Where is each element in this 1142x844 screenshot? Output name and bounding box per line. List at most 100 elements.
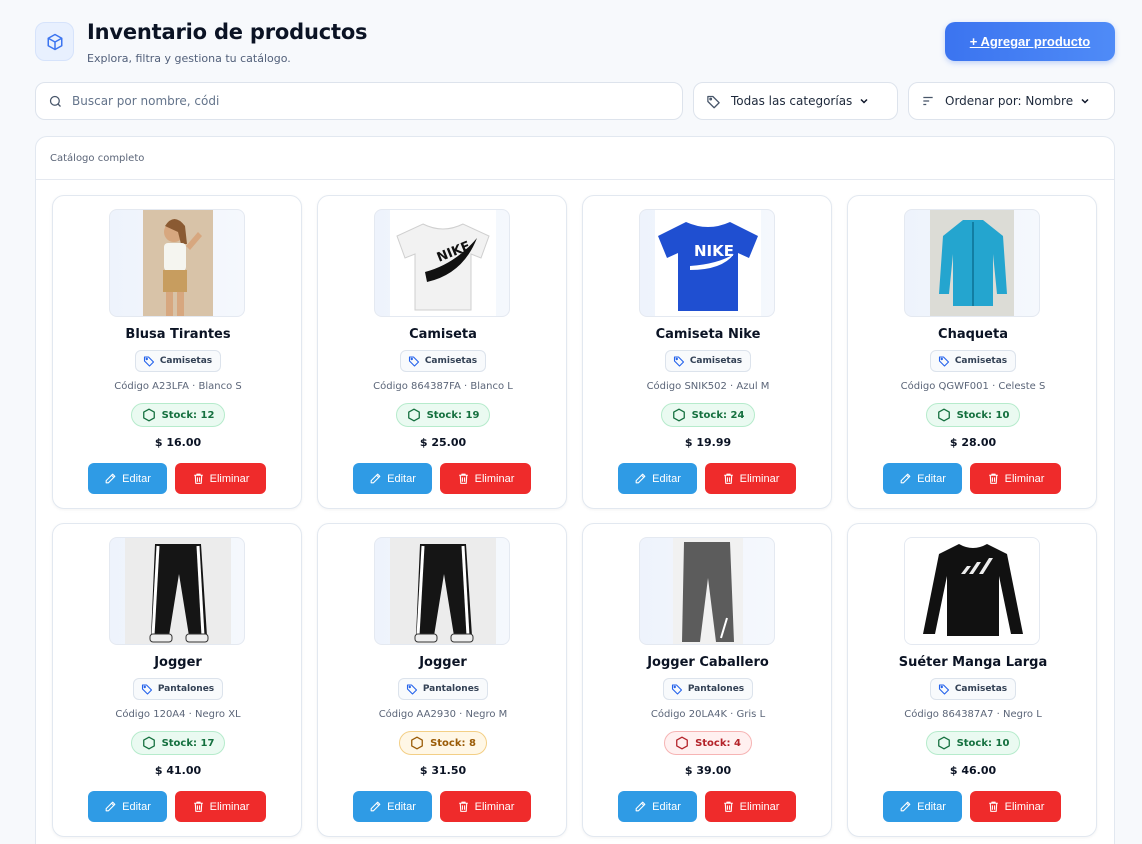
edit-button[interactable]: Editar	[883, 791, 962, 822]
stock-label: Stock: 12	[161, 409, 215, 421]
edit-button[interactable]: Editar	[883, 463, 962, 494]
product-price: $ 39.00	[684, 764, 732, 777]
delete-button[interactable]: Eliminar	[705, 463, 796, 494]
category-label: Pantalones	[157, 684, 215, 694]
category-badge: Camisetas	[134, 350, 222, 372]
category-label: Pantalones	[687, 684, 745, 694]
edit-button-label: Editar	[652, 472, 681, 485]
edit-button[interactable]: Editar	[88, 791, 167, 822]
trash-icon	[458, 473, 468, 484]
stock-icon	[411, 736, 423, 750]
stock-badge: Stock: 17	[130, 731, 226, 755]
edit-button[interactable]: Editar	[618, 463, 697, 494]
sort-icon	[923, 96, 933, 106]
chevron-down-icon	[860, 98, 868, 104]
delete-button[interactable]: Eliminar	[175, 791, 266, 822]
tag-icon	[143, 356, 154, 367]
product-code: Código QGWF001 · Celeste S	[900, 381, 1046, 392]
stock-badge: Stock: 4	[664, 731, 752, 755]
product-image	[109, 537, 245, 645]
category-badge: Camisetas	[399, 350, 487, 372]
edit-button[interactable]: Editar	[353, 791, 432, 822]
product-price: $ 41.00	[154, 764, 202, 777]
edit-button-label: Editar	[652, 800, 681, 813]
product-image	[904, 537, 1040, 645]
category-badge: Pantalones	[397, 678, 489, 700]
delete-button[interactable]: Eliminar	[970, 791, 1061, 822]
product-code: Código SNIK502 · Azul M	[646, 381, 770, 392]
category-label: Camisetas	[954, 684, 1008, 694]
stock-icon	[676, 736, 688, 750]
page-header: Inventario de productos Explora, filtra …	[35, 18, 1115, 68]
stock-icon	[937, 408, 950, 422]
add-product-button[interactable]: + Agregar producto	[945, 22, 1115, 61]
category-badge: Pantalones	[132, 678, 224, 700]
page-subtitle: Explora, filtra y gestiona tu catálogo.	[87, 52, 291, 65]
product-card: NIKE Camiseta Camisetas Código 864387FA · B…	[317, 195, 567, 509]
stock-label: Stock: 8	[430, 737, 476, 749]
product-name: Chaqueta	[938, 327, 1008, 342]
stock-badge: Stock: 8	[399, 731, 487, 755]
product-price: $ 16.00	[154, 436, 202, 449]
trash-icon	[458, 801, 468, 812]
category-label: Camisetas	[159, 356, 213, 366]
stock-badge: Stock: 24	[660, 403, 756, 427]
tag-icon	[938, 356, 949, 367]
category-label: Camisetas	[954, 356, 1008, 366]
tag-icon	[406, 684, 417, 695]
delete-button-label: Eliminar	[739, 800, 780, 813]
delete-button[interactable]: Eliminar	[440, 463, 531, 494]
pencil-icon	[635, 473, 646, 484]
edit-button[interactable]: Editar	[353, 463, 432, 494]
tag-icon	[673, 356, 684, 367]
product-name: Suéter Manga Larga	[898, 655, 1048, 670]
product-image	[374, 537, 510, 645]
edit-button[interactable]: Editar	[88, 463, 167, 494]
product-code: Código 20LA4K · Gris L	[650, 709, 766, 720]
box-icon	[35, 22, 74, 61]
product-card: NIKE Camiseta Nike Camisetas Código SNIK502…	[582, 195, 832, 509]
tag-icon	[408, 356, 419, 367]
category-select[interactable]: Todas las categorías	[693, 82, 898, 120]
product-card: Blusa Tirantes Camisetas Código A23LFA · B…	[52, 195, 302, 509]
search-box[interactable]	[35, 82, 683, 120]
edit-button-label: Editar	[917, 472, 946, 485]
delete-button[interactable]: Eliminar	[705, 791, 796, 822]
delete-button-label: Eliminar	[739, 472, 780, 485]
stock-icon	[142, 408, 155, 422]
delete-button-label: Eliminar	[474, 472, 515, 485]
delete-button[interactable]: Eliminar	[440, 791, 531, 822]
product-price: $ 19.99	[684, 436, 732, 449]
tag-icon	[707, 95, 720, 108]
product-card: Jogger Pantalones Código 120A4 · Negro XL S…	[52, 523, 302, 837]
product-code: Código 864387A7 · Negro L	[904, 709, 1042, 720]
delete-button[interactable]: Eliminar	[175, 463, 266, 494]
product-code: Código 120A4 · Negro XL	[115, 709, 241, 720]
stock-label: Stock: 10	[956, 737, 1010, 749]
stock-label: Stock: 17	[161, 737, 215, 749]
trash-icon	[988, 801, 998, 812]
delete-button-label: Eliminar	[209, 800, 250, 813]
category-badge: Pantalones	[662, 678, 754, 700]
stock-badge: Stock: 12	[130, 403, 226, 427]
product-name: Jogger	[154, 655, 202, 670]
product-price: $ 46.00	[949, 764, 997, 777]
tag-icon	[938, 684, 949, 695]
product-name: Blusa Tirantes	[125, 327, 231, 342]
stock-label: Stock: 10	[956, 409, 1010, 421]
sort-select[interactable]: Ordenar por: Nombre	[908, 82, 1115, 120]
edit-button-label: Editar	[387, 472, 416, 485]
delete-button[interactable]: Eliminar	[970, 463, 1061, 494]
trash-icon	[723, 801, 733, 812]
search-input[interactable]	[72, 91, 672, 111]
pencil-icon	[635, 801, 646, 812]
product-card: Jogger Pantalones Código AA2930 · Negro M S…	[317, 523, 567, 837]
tag-icon	[671, 684, 682, 695]
pencil-icon	[105, 473, 116, 484]
search-icon	[49, 95, 61, 107]
edit-button[interactable]: Editar	[618, 791, 697, 822]
category-badge: Camisetas	[929, 678, 1017, 700]
product-card: Suéter Manga Larga Camisetas Código 864387…	[847, 523, 1097, 837]
chevron-down-icon	[1081, 98, 1089, 104]
trash-icon	[723, 473, 733, 484]
